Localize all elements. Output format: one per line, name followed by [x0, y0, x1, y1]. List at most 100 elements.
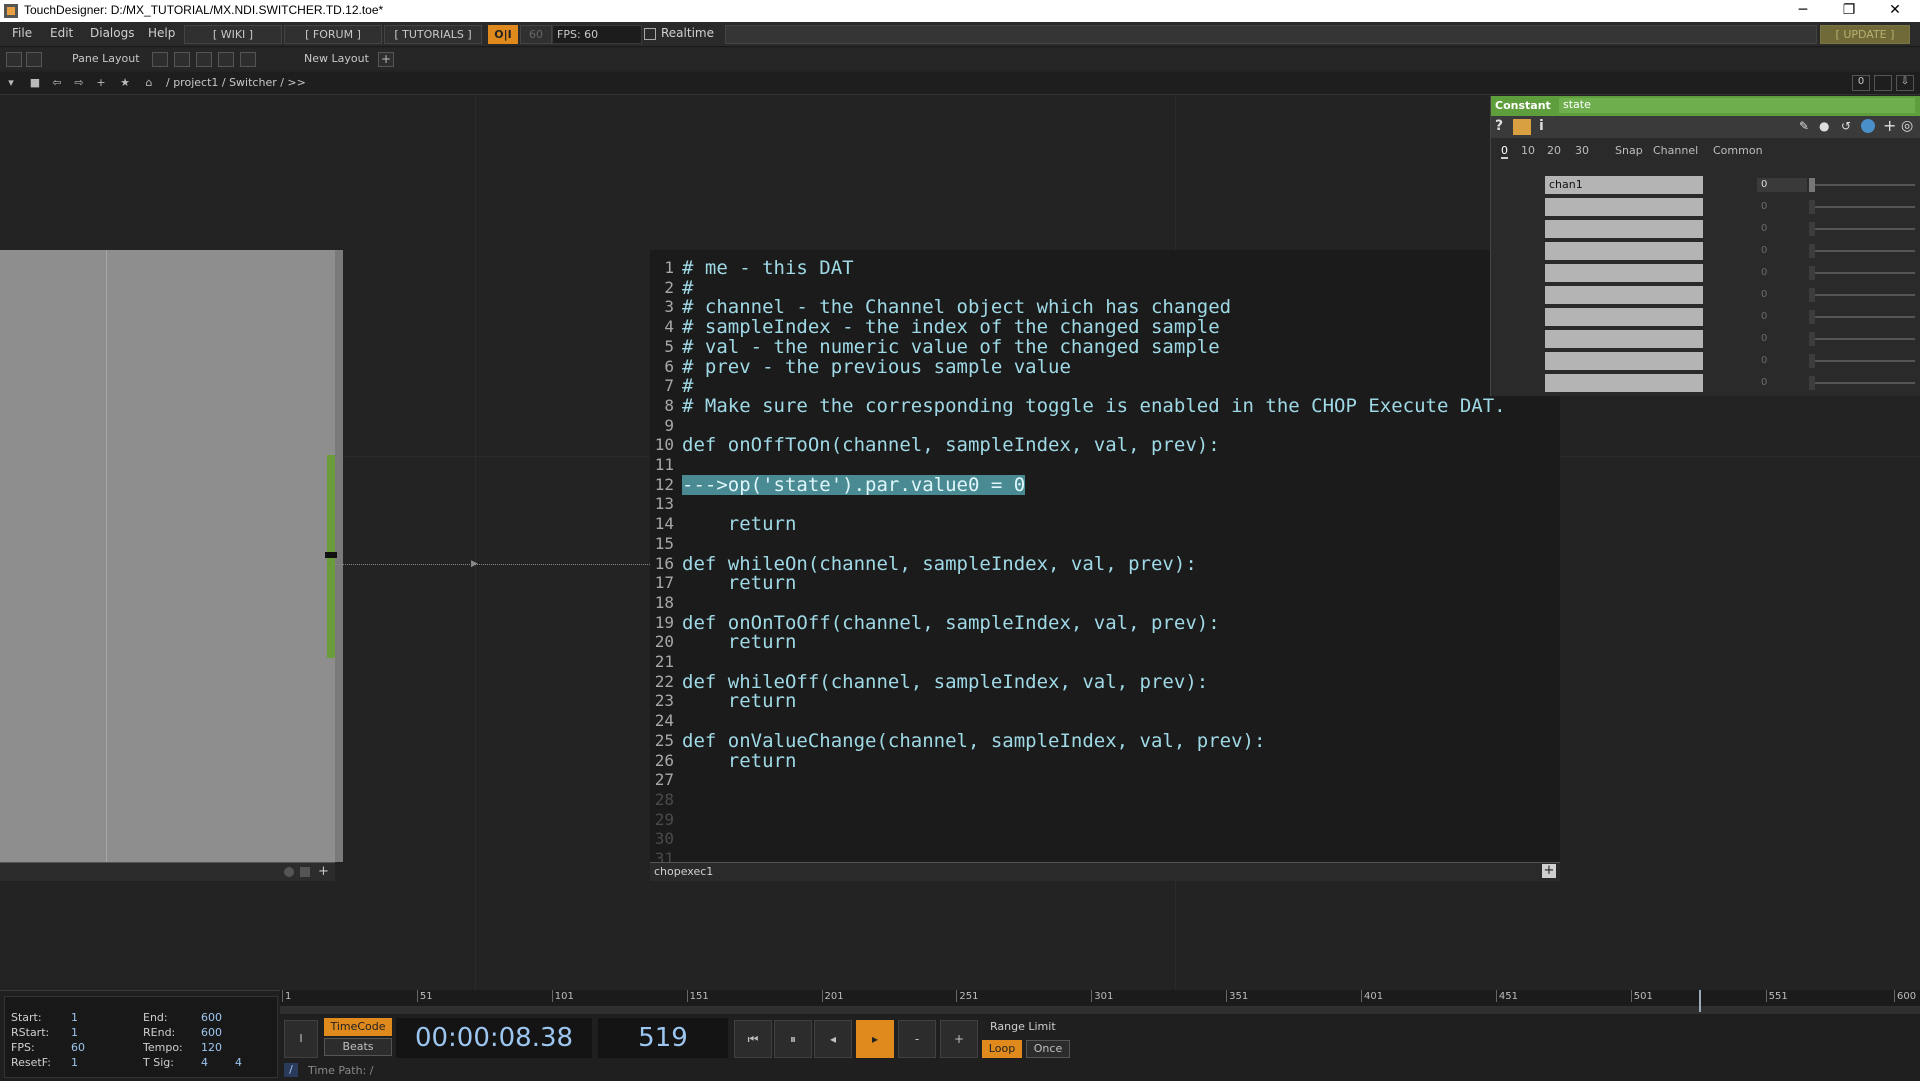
download-icon[interactable]: ⇩ [1896, 75, 1914, 91]
code-line[interactable]: 22 def whileOff(channel, sampleIndex, val… [650, 672, 1560, 692]
code-line[interactable]: 15 [650, 534, 1560, 554]
channel-value-field[interactable]: 0 [1757, 354, 1807, 368]
tempo-value[interactable]: 120 [201, 1041, 222, 1054]
menu-help[interactable]: Help [148, 26, 175, 40]
channel-value-field[interactable]: 0 [1757, 244, 1807, 258]
code-line[interactable]: 18 [650, 593, 1560, 613]
value-slider[interactable] [1809, 184, 1915, 186]
loop-button[interactable]: Loop [982, 1040, 1022, 1058]
tsig-denominator[interactable]: 4 [235, 1056, 242, 1069]
star-icon[interactable]: ★ [118, 76, 132, 90]
tab-20[interactable]: 20 [1547, 144, 1561, 157]
realtime-checkbox[interactable] [644, 28, 656, 40]
python-icon[interactable] [1861, 119, 1875, 133]
wiki-button[interactable]: [ WIKI ] [184, 25, 282, 44]
code-line[interactable]: 1 # me - this DAT [650, 258, 1560, 278]
slider-knob[interactable] [1809, 376, 1815, 390]
channel-name-field[interactable] [1545, 330, 1703, 348]
tab-0[interactable]: 0 [1501, 144, 1508, 159]
code-line[interactable]: 11 [650, 455, 1560, 475]
add-layout-button[interactable]: + [378, 52, 394, 67]
node-flag-icon[interactable] [300, 867, 310, 877]
python-help-icon[interactable] [1513, 119, 1531, 135]
channel-value-field[interactable]: 0 [1757, 332, 1807, 346]
viewer-add-button[interactable]: + [1542, 864, 1556, 878]
channel-name-field[interactable] [1545, 374, 1703, 392]
tab-channel[interactable]: Channel [1653, 144, 1698, 157]
fps-cap[interactable]: 60 [520, 25, 552, 44]
operator-name-field[interactable]: state [1559, 98, 1915, 113]
tab-snap[interactable]: Snap [1615, 144, 1643, 157]
code-line[interactable]: 12 --->op('state').par.value0 = 0 [650, 474, 1560, 495]
channel-value-field[interactable]: 0 [1757, 288, 1807, 302]
layout-split-vertical-icon[interactable] [174, 52, 190, 67]
network-view-icon[interactable] [6, 52, 22, 67]
start-value[interactable]: 1 [71, 1011, 78, 1024]
slider-knob[interactable] [1809, 200, 1815, 214]
restore-button[interactable]: ❐ [1826, 0, 1872, 22]
beats-button[interactable]: Beats [324, 1038, 392, 1056]
rstart-value[interactable]: 1 [71, 1026, 78, 1039]
play-button[interactable]: ▸ [856, 1020, 894, 1058]
target-icon[interactable]: ◎ [1901, 118, 1913, 134]
add-icon[interactable]: + [94, 76, 108, 90]
i-button[interactable]: I [284, 1020, 318, 1058]
pause-button[interactable]: ⏸ [774, 1020, 812, 1058]
node-flag-icon[interactable] [284, 867, 294, 877]
code-line[interactable]: 27 [650, 770, 1560, 790]
slider-knob[interactable] [1809, 310, 1815, 324]
code-line[interactable]: 21 [650, 652, 1560, 672]
once-button[interactable]: Once [1026, 1040, 1070, 1058]
code-line[interactable]: 14 return [650, 514, 1560, 534]
dat-viewer[interactable]: 1 # me - this DAT 2 #3 # channel - the Chann… [650, 250, 1560, 868]
home-icon[interactable]: ⌂ [142, 76, 156, 90]
slider-knob[interactable] [1809, 178, 1815, 192]
tab-10[interactable]: 10 [1521, 144, 1535, 157]
code-line[interactable]: 4 # sampleIndex - the index of the change… [650, 317, 1560, 337]
layout-four-icon[interactable] [240, 52, 256, 67]
code-line[interactable]: 24 [650, 711, 1560, 731]
code-line[interactable]: 10 def onOffToOn(channel, sampleIndex, va… [650, 435, 1560, 455]
code-line[interactable]: 29 [650, 810, 1560, 830]
rewind-button[interactable]: ⏮ [734, 1020, 772, 1058]
code-line[interactable]: 3 # channel - the Channel object which ha… [650, 297, 1560, 317]
panel-view-icon[interactable] [26, 52, 42, 67]
value-slider[interactable] [1809, 294, 1915, 296]
code-line[interactable]: 23 return [650, 691, 1560, 711]
close-button[interactable]: ✕ [1872, 0, 1918, 22]
code-line[interactable]: 17 return [650, 573, 1560, 593]
oi-toggle[interactable]: O|I [488, 25, 518, 44]
value-slider[interactable] [1809, 250, 1915, 252]
code-line[interactable]: 20 return [650, 632, 1560, 652]
value-slider[interactable] [1809, 338, 1915, 340]
output-connector[interactable] [327, 558, 335, 658]
edit-icon[interactable]: ✎ [1799, 119, 1809, 133]
channel-value-field[interactable]: 0 [1757, 200, 1807, 214]
value-slider[interactable] [1809, 360, 1915, 362]
slider-knob[interactable] [1809, 266, 1815, 280]
code-line[interactable]: 26 return [650, 751, 1560, 771]
output-connector[interactable] [327, 455, 335, 555]
tab-30[interactable]: 30 [1575, 144, 1589, 157]
help-icon[interactable]: ? [1495, 118, 1503, 134]
resetf-value[interactable]: 1 [71, 1056, 78, 1069]
layout-split-horizontal-icon[interactable] [196, 52, 212, 67]
fps-value[interactable]: 60 [71, 1041, 85, 1054]
layout-three-icon[interactable] [218, 52, 234, 67]
channel-value-field[interactable]: 0 [1757, 310, 1807, 324]
playhead[interactable] [1698, 990, 1701, 1012]
slider-knob[interactable] [1809, 244, 1815, 258]
code-line[interactable]: 7 # [650, 376, 1560, 396]
channel-name-field[interactable] [1545, 308, 1703, 326]
menu-dialogs[interactable]: Dialogs [90, 26, 134, 40]
timecode-button[interactable]: TimeCode [324, 1018, 392, 1036]
end-value[interactable]: 600 [201, 1011, 222, 1024]
timecode-display[interactable]: 00:00:08.38 [396, 1018, 592, 1058]
channel-value-field[interactable]: 0 [1757, 266, 1807, 280]
code-line[interactable]: 25 def onValueChange(channel, sampleIndex… [650, 731, 1560, 751]
update-button[interactable]: [ UPDATE ] [1820, 25, 1910, 44]
channel-name-field[interactable]: chan1 [1545, 176, 1703, 194]
code-line[interactable]: 2 # [650, 278, 1560, 298]
channel-name-field[interactable] [1545, 220, 1703, 238]
tutorials-button[interactable]: [ TUTORIALS ] [384, 25, 482, 44]
